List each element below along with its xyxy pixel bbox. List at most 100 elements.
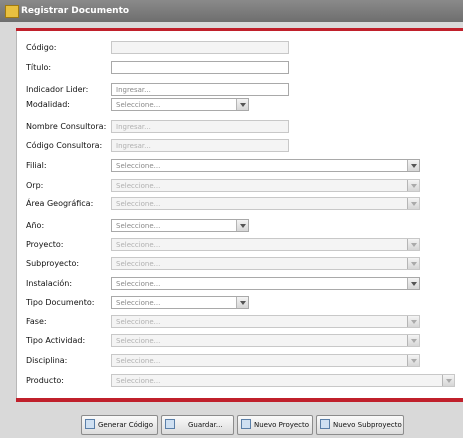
tipo-documento-label: Tipo Documento: [26, 298, 95, 307]
codigo-label: Código: [26, 43, 57, 52]
guardar-button[interactable]: Guardar... [161, 415, 234, 435]
instalacion-label: Instalación: [26, 279, 73, 288]
button-bar: Generar Código Guardar... Nuevo Proyecto… [0, 402, 463, 438]
proyecto-row: Proyecto: Seleccione... [26, 238, 421, 252]
nuevo-proyecto-label: Nuevo Proyecto [254, 421, 310, 429]
nombre-consultora-label: Nombre Consultora: [26, 122, 107, 131]
chevron-down-icon [407, 239, 419, 250]
subproyecto-label: Subproyecto: [26, 259, 80, 268]
codigo-consultora-input: Ingresar... [111, 139, 289, 152]
registrar-documento-window: Registrar Documento Código: Título: Indi… [0, 0, 463, 438]
indicador-lider-input[interactable]: Ingresar... [111, 83, 289, 96]
modalidad-value: Seleccione... [116, 101, 161, 109]
instalacion-select[interactable]: Seleccione... [111, 277, 420, 290]
producto-label: Producto: [26, 376, 64, 385]
generar-codigo-label: Generar Código [98, 421, 154, 429]
window-titlebar: Registrar Documento [0, 0, 463, 22]
titulo-row: Título: [26, 61, 306, 75]
tipo-documento-row: Tipo Documento: Seleccione... [26, 296, 266, 310]
chevron-down-icon[interactable] [236, 297, 248, 308]
area-geografica-row: Área Geográfica: Seleccione... [26, 197, 421, 211]
producto-value: Seleccione... [116, 377, 161, 385]
proyecto-value: Seleccione... [116, 241, 161, 249]
chevron-down-icon [407, 258, 419, 269]
nombre-consultora-row: Nombre Consultora: Ingresar... [26, 120, 306, 134]
codigo-consultora-label: Código Consultora: [26, 141, 103, 150]
chevron-down-icon [407, 180, 419, 191]
disciplina-row: Disciplina: Seleccione... [26, 354, 421, 368]
producto-row: Producto: Seleccione... [26, 374, 456, 388]
filial-value: Seleccione... [116, 162, 161, 170]
chevron-down-icon[interactable] [236, 99, 248, 110]
tipo-documento-value: Seleccione... [116, 299, 161, 307]
fase-value: Seleccione... [116, 318, 161, 326]
tipo-actividad-select: Seleccione... [111, 334, 420, 347]
disciplina-select: Seleccione... [111, 354, 420, 367]
ano-row: Año: Seleccione... [26, 219, 266, 233]
proyecto-label: Proyecto: [26, 240, 64, 249]
subproyecto-row: Subproyecto: Seleccione... [26, 257, 421, 271]
instalacion-value: Seleccione... [116, 280, 161, 288]
filial-select[interactable]: Seleccione... [111, 159, 420, 172]
orp-select: Seleccione... [111, 179, 420, 192]
tipo-documento-select[interactable]: Seleccione... [111, 296, 249, 309]
orp-value: Seleccione... [116, 182, 161, 190]
fase-label: Fase: [26, 317, 47, 326]
orp-label: Orp: [26, 181, 44, 190]
subproyecto-select: Seleccione... [111, 257, 420, 270]
subproyecto-value: Seleccione... [116, 260, 161, 268]
tipo-actividad-label: Tipo Actividad: [26, 336, 86, 345]
instalacion-row: Instalación: Seleccione... [26, 277, 421, 291]
area-geografica-label: Área Geográfica: [26, 199, 94, 208]
tipo-actividad-value: Seleccione... [116, 337, 161, 345]
orp-row: Orp: Seleccione... [26, 179, 421, 193]
disciplina-label: Disciplina: [26, 356, 68, 365]
codigo-row: Código: [26, 41, 306, 55]
document-icon [85, 419, 95, 429]
folder-icon [5, 5, 19, 18]
modalidad-label: Modalidad: [26, 100, 70, 109]
new-document-icon [320, 419, 330, 429]
indicador-lider-placeholder: Ingresar... [116, 86, 151, 94]
codigo-consultora-placeholder: Ingresar... [116, 142, 151, 150]
nuevo-subproyecto-button[interactable]: Nuevo Subproyecto [316, 415, 404, 435]
filial-row: Filial: Seleccione... [26, 159, 421, 173]
save-icon [165, 419, 175, 429]
chevron-down-icon[interactable] [236, 220, 248, 231]
modalidad-select[interactable]: Seleccione... [111, 98, 249, 111]
fase-row: Fase: Seleccione... [26, 315, 421, 329]
filial-label: Filial: [26, 161, 47, 170]
area-geografica-value: Seleccione... [116, 200, 161, 208]
ano-label: Año: [26, 221, 45, 230]
tipo-actividad-row: Tipo Actividad: Seleccione... [26, 334, 421, 348]
codigo-input [111, 41, 289, 54]
nombre-consultora-input: Ingresar... [111, 120, 289, 133]
chevron-down-icon [407, 316, 419, 327]
modalidad-row: Modalidad: Seleccione... [26, 98, 266, 112]
titulo-label: Título: [26, 63, 52, 72]
chevron-down-icon [407, 335, 419, 346]
chevron-down-icon [407, 355, 419, 366]
ano-value: Seleccione... [116, 222, 161, 230]
nuevo-subproyecto-label: Nuevo Subproyecto [333, 421, 402, 429]
window-title: Registrar Documento [21, 6, 130, 16]
ano-select[interactable]: Seleccione... [111, 219, 249, 232]
area-geografica-select: Seleccione... [111, 197, 420, 210]
new-document-icon [241, 419, 251, 429]
titulo-input[interactable] [111, 61, 289, 74]
guardar-label: Guardar... [188, 421, 223, 429]
chevron-down-icon[interactable] [407, 278, 419, 289]
chevron-down-icon [407, 198, 419, 209]
disciplina-value: Seleccione... [116, 357, 161, 365]
indicador-lider-row: Indicador Lider: Ingresar... [26, 83, 306, 97]
codigo-consultora-row: Código Consultora: Ingresar... [26, 139, 306, 153]
generar-codigo-button[interactable]: Generar Código [81, 415, 158, 435]
proyecto-select: Seleccione... [111, 238, 420, 251]
chevron-down-icon[interactable] [407, 160, 419, 171]
indicador-lider-label: Indicador Lider: [26, 85, 89, 94]
chevron-down-icon [442, 375, 454, 386]
nombre-consultora-placeholder: Ingresar... [116, 123, 151, 131]
nuevo-proyecto-button[interactable]: Nuevo Proyecto [237, 415, 313, 435]
fase-select: Seleccione... [111, 315, 420, 328]
producto-select: Seleccione... [111, 374, 455, 387]
